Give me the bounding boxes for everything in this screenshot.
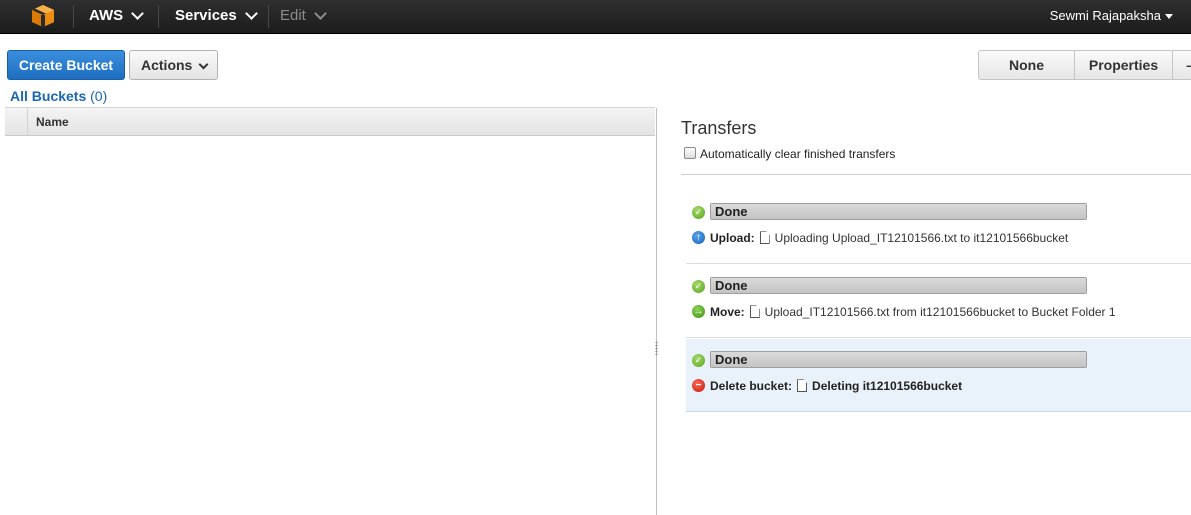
actions-label: Actions (141, 57, 193, 73)
transfer-item[interactable]: ✓ Done ↑ Upload: Uploading Upload_IT121015… (686, 191, 1191, 264)
progress-bar: Done (710, 203, 1087, 220)
breadcrumb: All Buckets (0) (10, 88, 107, 104)
actions-dropdown[interactable]: Actions (129, 50, 218, 80)
operation-detail: Uploading Upload_IT12101566.txt to it121… (774, 231, 1069, 245)
check-icon: ✓ (692, 354, 705, 367)
progress-bar: Done (710, 351, 1087, 368)
resize-grip-icon[interactable] (655, 341, 658, 355)
operation-detail: Deleting it12101566bucket (812, 379, 963, 393)
operation-label: Delete bucket: (710, 379, 793, 393)
check-icon: ✓ (692, 280, 705, 293)
edit-menu[interactable]: Edit (280, 0, 327, 33)
check-icon: ✓ (692, 206, 705, 219)
user-menu[interactable]: Sewmi Rajapaksha (1050, 0, 1173, 33)
progress-status: Done (715, 352, 748, 367)
nav-separator (73, 5, 74, 28)
transfers-divider (681, 174, 1191, 175)
transfer-description: ↑ Upload: Uploading Upload_IT12101566.txt … (692, 230, 1068, 246)
pane-divider[interactable] (656, 108, 657, 515)
caret-down-icon (1165, 14, 1173, 20)
chevron-down-icon (313, 6, 327, 20)
view-transfers-button[interactable]: – (1172, 50, 1191, 80)
progress-fill (711, 204, 1086, 219)
select-column-header[interactable] (5, 108, 28, 136)
move-arrow-icon: → (692, 305, 705, 319)
progress-status: Done (715, 278, 748, 293)
bucket-count: (0) (90, 88, 108, 104)
create-bucket-button[interactable]: Create Bucket (7, 50, 125, 80)
file-icon (749, 305, 760, 319)
upload-arrow-icon: ↑ (692, 231, 705, 245)
progress-fill (711, 278, 1086, 293)
operation-label: Move: (710, 305, 745, 319)
file-icon (797, 379, 808, 393)
chevron-down-icon (198, 59, 209, 70)
transfers-title: Transfers (681, 118, 757, 138)
services-menu-label: Services (175, 7, 237, 24)
bucket-list-pane: Name (5, 107, 655, 515)
view-properties-button[interactable]: Properties (1074, 50, 1173, 80)
chevron-down-icon (244, 6, 258, 20)
aws-menu-label: AWS (89, 7, 124, 24)
view-none-button[interactable]: None (978, 50, 1075, 80)
progress-fill (711, 352, 1086, 367)
operation-label: Upload: (710, 231, 755, 245)
top-navigation-bar: AWS Services Edit Sewmi Rajapaksha (0, 0, 1191, 34)
aws-menu[interactable]: AWS (89, 0, 145, 33)
nav-separator (158, 5, 159, 28)
transfer-item-selected[interactable]: ✓ Done − Delete bucket: Deleting it1210156… (686, 339, 1191, 412)
transfer-item[interactable]: ✓ Done → Move: Upload_IT12101566.txt from … (686, 265, 1191, 338)
operation-detail: Upload_IT12101566.txt from it12101566buc… (764, 305, 1116, 319)
services-menu[interactable]: Services (175, 0, 258, 33)
user-name: Sewmi Rajapaksha (1049, 8, 1161, 23)
all-buckets-link[interactable]: All Buckets (10, 88, 86, 104)
transfer-description: → Move: Upload_IT12101566.txt from it12101… (692, 304, 1116, 320)
nav-separator (268, 5, 269, 28)
edit-menu-label: Edit (280, 7, 306, 24)
name-column-header[interactable]: Name (36, 108, 69, 136)
auto-clear-checkbox[interactable] (684, 146, 696, 159)
table-header: Name (5, 107, 655, 136)
progress-bar: Done (710, 277, 1087, 294)
delete-icon: − (692, 379, 705, 393)
progress-status: Done (715, 204, 748, 219)
auto-clear-label: Automatically clear finished transfers (700, 147, 896, 161)
file-icon (759, 231, 770, 245)
transfer-description: − Delete bucket: Deleting it12101566bucket (692, 378, 962, 394)
chevron-down-icon (131, 6, 145, 20)
aws-logo-icon[interactable] (30, 4, 56, 28)
auto-clear-option[interactable]: Automatically clear finished transfers (684, 146, 896, 161)
